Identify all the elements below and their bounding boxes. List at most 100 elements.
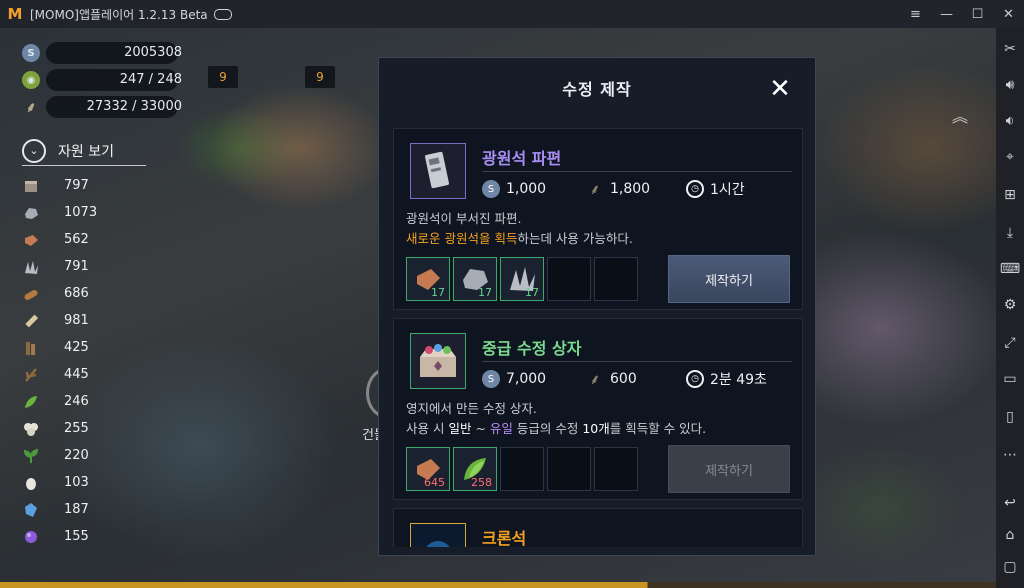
screen-icon[interactable]: ▭ (996, 368, 1024, 390)
minimize-button[interactable]: — (931, 0, 962, 28)
wood-pile-icon (22, 339, 40, 357)
craft-button-disabled[interactable]: 제작하기 (668, 445, 790, 493)
home-icon[interactable]: ⌂ (996, 524, 1024, 546)
chevron-up-icon[interactable]: ︽ (952, 109, 968, 125)
resource-item: 220 (22, 442, 142, 469)
resource-list: 797 1073 562 791 686 981 425 445 246 255… (22, 172, 142, 550)
stone-block-icon (22, 177, 40, 195)
recipe-description: 영지에서 만든 수정 상자. 사용 시 일반 ~ 유일 등급의 수정 10개를 … (406, 399, 706, 439)
resource-value: 155 (64, 529, 89, 544)
leaf-icon (22, 393, 40, 411)
recipe-list[interactable]: 광원석 파편 S 1,000 ⸙ 1,800 ◷ 1시간 광원석이 부서진 파편. 새… (393, 128, 803, 547)
cost-silver-value: 7,000 (506, 371, 547, 387)
building-level-badge[interactable]: 9 (208, 66, 238, 88)
settings-icon[interactable]: ⚙ (996, 294, 1024, 316)
resource-item: 445 (22, 361, 142, 388)
purple-orb-icon (22, 528, 40, 546)
menu-button[interactable]: ≡ (900, 0, 931, 28)
location-icon[interactable]: ⌖ (996, 146, 1024, 168)
material-count: 258 (471, 476, 492, 489)
resource-value: 791 (64, 259, 89, 274)
cost-time: ◷ 1시간 (686, 179, 745, 199)
clock-icon: ◷ (686, 370, 704, 388)
gamepad-icon (213, 8, 232, 20)
material-slot-crystal[interactable]: 17 (500, 257, 544, 301)
desc-text: 등급의 수정 (512, 421, 583, 436)
material-slot-brick[interactable]: 645 (406, 447, 450, 491)
recipe-name: 크론석 (482, 529, 527, 547)
back-icon[interactable]: ↩ (996, 492, 1024, 514)
add-window-icon[interactable]: ⊞ (996, 184, 1024, 206)
grain-icon: ⸙ (589, 181, 601, 198)
silver-value: 2005308 (124, 45, 182, 60)
more-icon[interactable]: ⋯ (996, 444, 1024, 466)
resource-item: 187 (22, 496, 142, 523)
grain-icon: ⸙ (589, 371, 601, 388)
currency-stamina: ◉ 247 / 248 (22, 69, 182, 91)
resource-value: 187 (64, 502, 89, 517)
plank-icon (22, 312, 40, 330)
resource-item: 686 (22, 280, 142, 307)
desc-count: 10개 (582, 421, 610, 436)
material-slot-brick[interactable]: 17 (406, 257, 450, 301)
resource-value: 425 (64, 340, 89, 355)
cost-silver: S 7,000 (482, 370, 586, 388)
ore-icon (22, 204, 40, 222)
volume-up-icon[interactable]: 🔊︎ (996, 74, 1024, 96)
resource-item: 1073 (22, 199, 142, 226)
resource-toggle-label: 자원 보기 (58, 143, 114, 160)
material-count: 17 (431, 286, 445, 299)
divider (482, 361, 792, 362)
material-slot-ore[interactable]: 17 (453, 257, 497, 301)
shake-icon[interactable]: ▯ (996, 406, 1024, 428)
crystal-craft-dialog: 수정 제작 ✕ 광원석 파편 S 1,000 ⸙ 1,800 ◷ 1시간 광원석이 부… (378, 57, 816, 556)
recipe-card-crystal-chest: 중급 수정 상자 S 7,000 ⸙ 600 ◷ 2분 49초 영지에서 만든 수정 … (393, 318, 803, 500)
volume-down-icon[interactable]: 🔉︎ (996, 110, 1024, 132)
clock-icon: ◷ (686, 180, 704, 198)
app-window: M [MOMO]앱플레이어 1.2.13 Beta ≡ — ☐ ✕ S 2005… (0, 0, 1024, 588)
desc-text: ~ (471, 421, 490, 436)
resource-value: 797 (64, 178, 89, 193)
resource-item: 103 (22, 469, 142, 496)
stamina-icon: ◉ (22, 71, 40, 89)
material-count: 17 (478, 286, 492, 299)
window-titlebar: M [MOMO]앱플레이어 1.2.13 Beta ≡ — ☐ ✕ (0, 0, 1024, 28)
keyboard-icon[interactable]: ⌨ (996, 258, 1024, 280)
resource-toggle[interactable]: ⌄ 자원 보기 (22, 136, 146, 166)
craft-button[interactable]: 제작하기 (668, 255, 790, 303)
resource-value: 220 (64, 448, 89, 463)
material-slot-empty (594, 257, 638, 301)
resource-item: 246 (22, 388, 142, 415)
cost-grain: ⸙ 600 (586, 370, 686, 388)
recipe-name: 중급 수정 상자 (482, 339, 582, 358)
close-icon[interactable]: ✕ (767, 76, 793, 102)
recent-apps-icon[interactable]: ▢ (996, 556, 1024, 578)
recipe-card-light-stone-fragment: 광원석 파편 S 1,000 ⸙ 1,800 ◷ 1시간 광원석이 부서진 파편. 새… (393, 128, 803, 310)
window-title: [MOMO]앱플레이어 1.2.13 Beta (30, 7, 208, 22)
crystal-chest-icon (410, 333, 466, 389)
resource-item: 155 (22, 523, 142, 550)
herb-icon (22, 447, 40, 465)
recipe-costs: S 1,000 ⸙ 1,800 ◷ 1시간 (482, 177, 802, 201)
divider (482, 171, 792, 172)
building-level-badge[interactable]: 9 (305, 66, 335, 88)
material-slots: 645 258 (406, 447, 641, 491)
material-slot-leaf[interactable]: 258 (453, 447, 497, 491)
grade-common: 일반 (448, 421, 472, 436)
maximize-button[interactable]: ☐ (962, 0, 993, 28)
silver-coin-icon: S (482, 370, 500, 388)
resource-item: 425 (22, 334, 142, 361)
fullscreen-icon[interactable]: ⤢ (996, 332, 1024, 354)
desc-highlight: 새로운 광원석을 획득 (406, 231, 518, 246)
recipe-costs: S 7,000 ⸙ 600 ◷ 2분 49초 (482, 367, 802, 391)
scissors-icon[interactable]: ✂ (996, 38, 1024, 60)
branch-icon (22, 366, 40, 384)
brick-icon (22, 231, 40, 249)
chevron-down-icon: ⌄ (22, 138, 46, 163)
resource-value: 1073 (64, 205, 98, 220)
resource-item: 562 (22, 226, 142, 253)
log-icon (22, 285, 40, 303)
close-window-button[interactable]: ✕ (993, 0, 1024, 28)
desc-line: 새로운 광원석을 획득하는데 사용 가능하다. (406, 229, 633, 249)
apk-install-icon[interactable]: ⤓ (996, 222, 1024, 244)
